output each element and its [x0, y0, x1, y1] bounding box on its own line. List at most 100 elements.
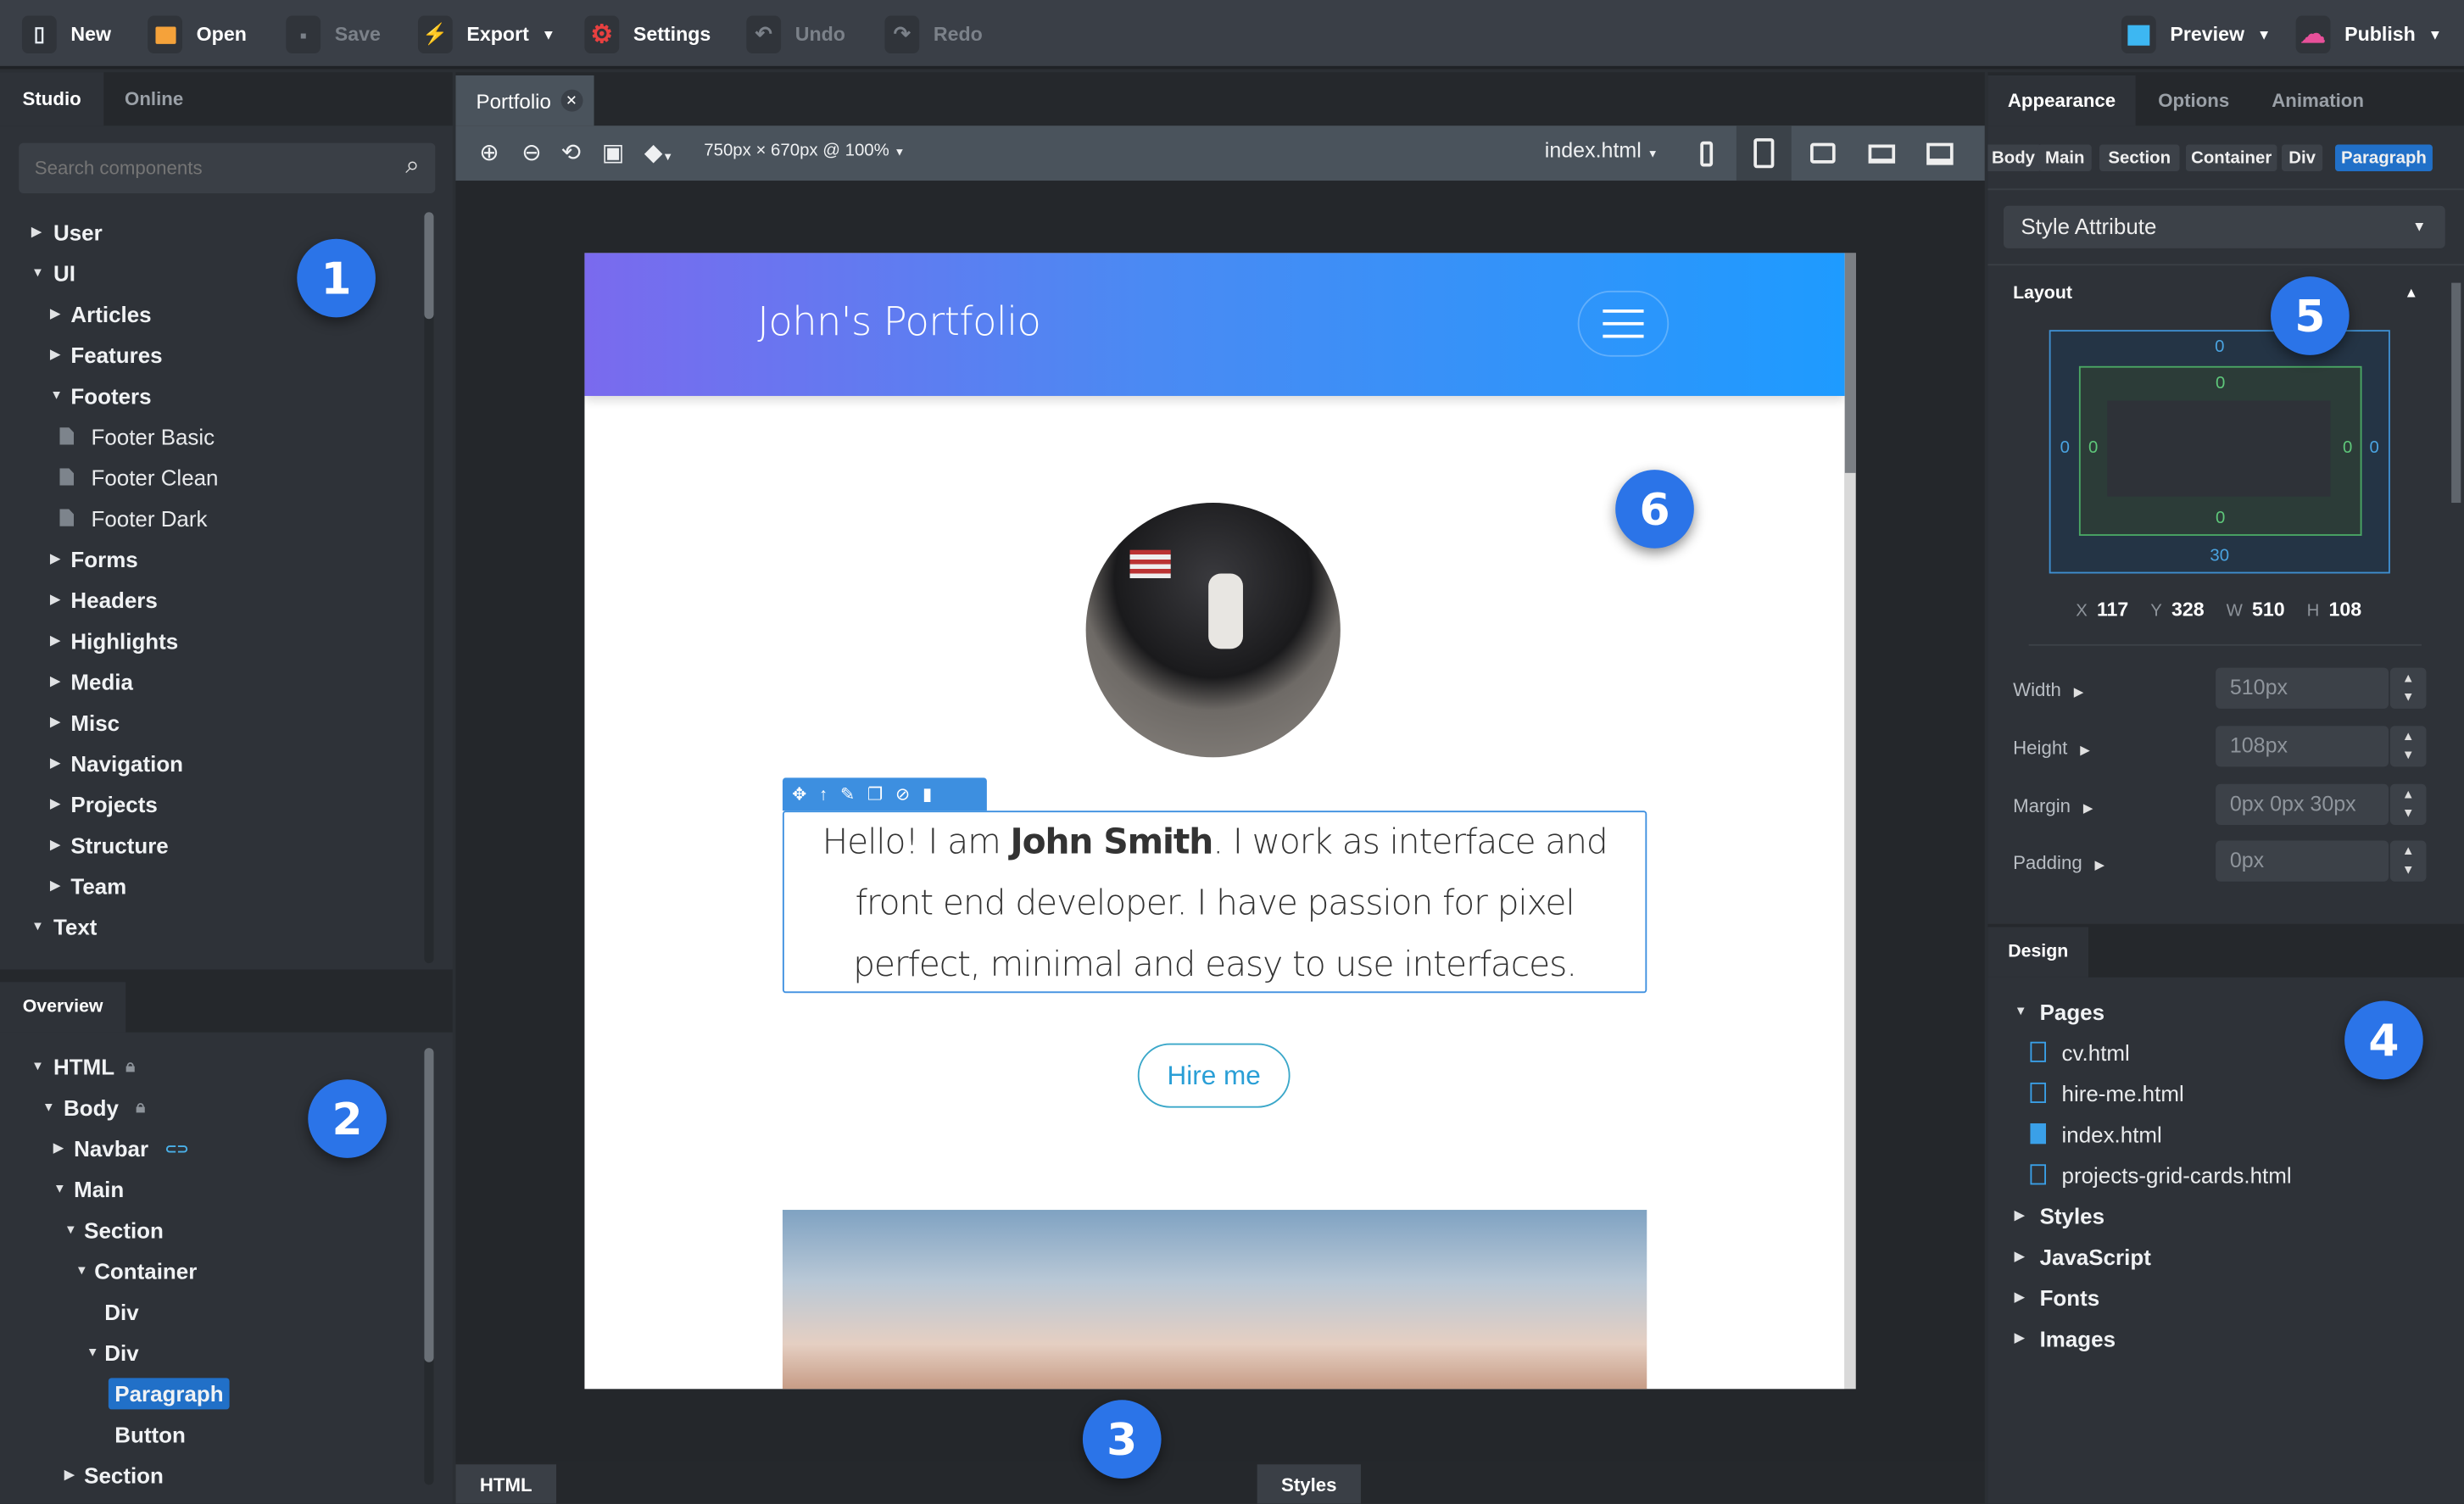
preview-button[interactable]: Preview ▼	[2121, 14, 2271, 55]
canvas-size-select[interactable]: 750px × 670px @ 100% ▼	[704, 142, 905, 160]
rotate-icon[interactable]: ⟲	[561, 138, 581, 167]
tree-item[interactable]: ▼ Div	[0, 1337, 424, 1368]
design-folder-item[interactable]: ▶ Fonts	[1987, 1282, 2443, 1313]
stepper-icon[interactable]: ▲ ▼	[2389, 726, 2427, 767]
trash-icon[interactable]: ▮	[923, 784, 932, 805]
prop-input-margin[interactable]: 0px 0px 30px	[2216, 783, 2389, 825]
close-icon[interactable]: ✕	[560, 89, 583, 112]
caret-down-icon[interactable]: ▼	[31, 258, 44, 289]
site-brand[interactable]: John's Portfolio	[757, 298, 1041, 344]
breadcrumb-body[interactable]: Body	[1987, 144, 2042, 172]
tree-item[interactable]: ▶ Section	[0, 1460, 424, 1491]
tree-item[interactable]: Footer Basic	[0, 421, 424, 453]
zoom-out-icon[interactable]: ⊖	[521, 138, 541, 167]
caret-down-icon[interactable]: ▼	[31, 911, 44, 943]
tree-item[interactable]: ▶ Features	[0, 339, 424, 370]
tree-item[interactable]: ▶ Articles	[0, 298, 424, 330]
breadcrumb-section[interactable]: Section	[2099, 144, 2180, 172]
margin-left[interactable]: 0	[2060, 438, 2070, 457]
right-scrollbar[interactable]	[2451, 282, 2461, 504]
open-button[interactable]: Open	[148, 14, 247, 55]
margin-right[interactable]: 0	[2370, 438, 2379, 457]
tree-item[interactable]: ▼ UI	[0, 258, 424, 289]
margin-bottom[interactable]: 30	[2051, 547, 2389, 565]
caret-right-icon[interactable]: ▶	[2015, 1241, 2024, 1273]
move-icon[interactable]: ✥	[792, 784, 806, 805]
tree-item[interactable]: ▼ Container	[0, 1256, 424, 1287]
caret-right-icon[interactable]: ▶	[50, 830, 59, 861]
tab-studio[interactable]: Studio	[0, 72, 104, 126]
tree-item[interactable]: ▼ Main	[0, 1173, 424, 1205]
prop-label-margin[interactable]: Margin ▶	[2013, 795, 2093, 817]
select-parent-icon[interactable]: ↑	[819, 785, 828, 804]
tree-item[interactable]: ▶ User	[0, 217, 424, 248]
publish-button[interactable]: ☁ Publish ▼	[2295, 14, 2442, 55]
tree-item[interactable]: ▶ Navbar ⊂⊃	[0, 1133, 424, 1164]
breadcrumb-paragraph[interactable]: Paragraph	[2335, 144, 2433, 172]
page-file-item[interactable]: index.html	[1987, 1119, 2443, 1150]
tree-item[interactable]: ▼ Body 🔒︎	[0, 1092, 424, 1123]
tab-portfolio[interactable]: Portfolio ✕	[455, 75, 594, 126]
stepper-icon[interactable]: ▲ ▼	[2389, 783, 2427, 825]
caret-down-icon[interactable]: ▼	[31, 1051, 44, 1083]
tab-styles[interactable]: Styles	[1257, 1464, 1361, 1504]
caret-down-icon[interactable]: ▼	[42, 1092, 55, 1123]
caret-right-icon[interactable]: ▶	[50, 626, 59, 657]
caret-down-icon[interactable]: ▼	[75, 1256, 88, 1287]
caret-right-icon[interactable]: ▶	[31, 217, 41, 248]
design-folder-item[interactable]: ▼ Pages	[1987, 996, 2443, 1028]
tab-animation[interactable]: Animation	[2252, 75, 2384, 125]
caret-down-icon[interactable]: ▼	[2015, 996, 2027, 1028]
page-file-item[interactable]: cv.html	[1987, 1037, 2443, 1068]
breadcrumb-main[interactable]: Main	[2038, 144, 2092, 172]
caret-right-icon[interactable]: ▶	[50, 748, 59, 779]
tab-html[interactable]: HTML	[455, 1464, 557, 1504]
tree-item[interactable]: ▶ Structure	[0, 830, 424, 861]
link-icon[interactable]: ⊂⊃	[165, 1133, 189, 1164]
stepper-icon[interactable]: ▲ ▼	[2389, 840, 2427, 882]
fit-screen-icon[interactable]: ▣	[602, 138, 624, 167]
caret-right-icon[interactable]: ▶	[53, 1133, 63, 1164]
caret-right-icon[interactable]: ▶	[50, 707, 59, 738]
hamburger-menu-button[interactable]	[1577, 290, 1670, 357]
tree-item[interactable]: ▶ Headers	[0, 584, 424, 616]
tab-design[interactable]: Design	[1987, 927, 2089, 978]
device-tablet-landscape-button[interactable]	[1801, 125, 1845, 181]
duplicate-icon[interactable]: ❐	[867, 784, 883, 805]
device-tablet-button[interactable]	[1736, 125, 1792, 181]
save-button[interactable]: ▪ Save	[286, 14, 381, 55]
caret-right-icon[interactable]: ▶	[2015, 1200, 2024, 1232]
prop-input-width[interactable]: 510px	[2216, 667, 2389, 709]
caret-right-icon[interactable]: ▶	[2015, 1282, 2024, 1313]
tree-item[interactable]: ▶ Navigation	[0, 748, 424, 779]
caret-right-icon[interactable]: ▶	[50, 666, 59, 698]
hide-icon[interactable]: ⊘	[895, 784, 910, 805]
tree-item[interactable]: ▶ Misc	[0, 707, 424, 738]
style-attribute-select[interactable]: Style Attribute ▼	[2003, 205, 2445, 248]
tree-item[interactable]: Paragraph	[0, 1378, 424, 1410]
caret-right-icon[interactable]: ▶	[64, 1460, 74, 1491]
caret-right-icon[interactable]: ▶	[50, 298, 59, 330]
edit-icon[interactable]: ✎	[840, 784, 855, 805]
page-scrollbar[interactable]	[1844, 253, 1856, 1390]
design-folder-item[interactable]: ▶ Images	[1987, 1323, 2443, 1354]
new-button[interactable]: ▯ New	[21, 14, 111, 55]
zoom-in-icon[interactable]: ⊕	[479, 138, 499, 167]
tree-item[interactable]: Footer Dark	[0, 503, 424, 534]
chevron-up-icon[interactable]: ▲	[2405, 284, 2419, 300]
tree-item[interactable]: ▶ Forms	[0, 543, 424, 575]
search-field[interactable]	[19, 142, 365, 193]
padding-bottom[interactable]: 0	[2081, 509, 2361, 527]
tab-appearance[interactable]: Appearance	[1987, 75, 2136, 126]
tree-item[interactable]: Button	[0, 1419, 424, 1451]
search-components-input[interactable]: ⌕	[19, 142, 436, 193]
caret-down-icon[interactable]: ▼	[86, 1337, 99, 1368]
caret-right-icon[interactable]: ▶	[50, 339, 59, 370]
caret-right-icon[interactable]: ▶	[50, 788, 59, 820]
padding-top[interactable]: 0	[2081, 374, 2361, 393]
caret-right-icon[interactable]: ▶	[50, 543, 59, 575]
tree-item[interactable]: ▶ Media	[0, 666, 424, 698]
device-laptop-button[interactable]	[1859, 125, 1903, 181]
stepper-icon[interactable]: ▲ ▼	[2389, 667, 2427, 709]
caret-down-icon[interactable]: ▼	[50, 380, 63, 411]
